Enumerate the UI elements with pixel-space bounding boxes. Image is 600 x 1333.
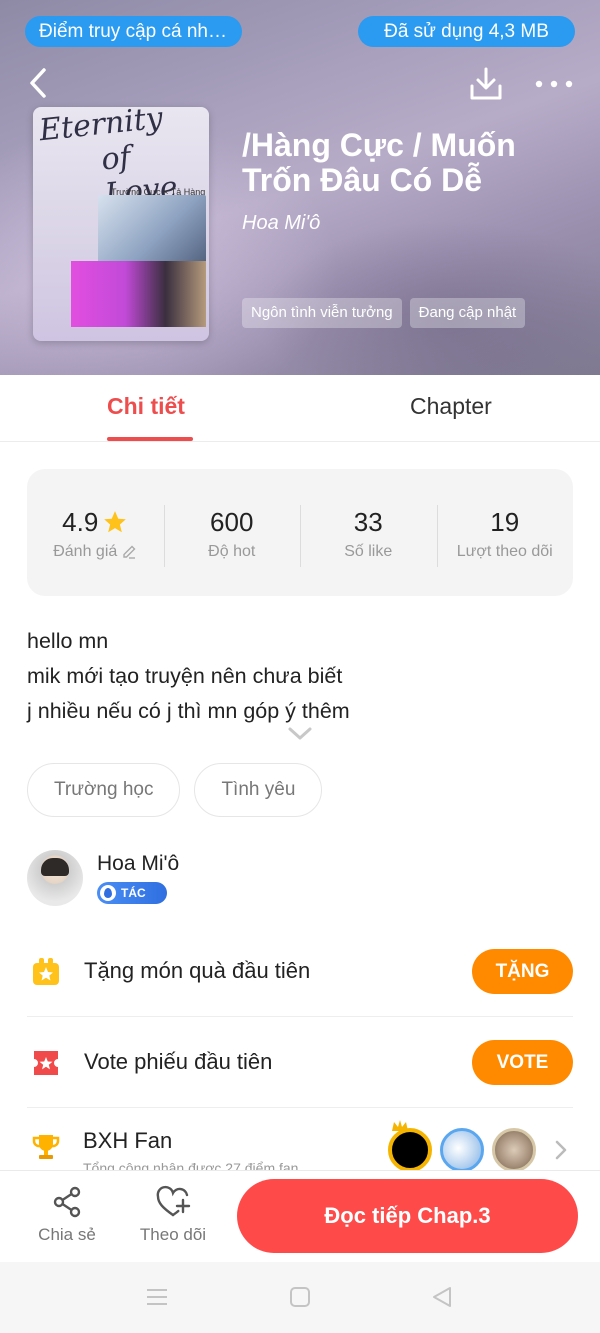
stat-label: Lượt theo dõi [456,542,553,560]
fan-avatar[interactable] [492,1128,536,1170]
gift-button[interactable]: TẶNG [472,949,573,994]
download-icon[interactable] [468,66,504,102]
heart-plus-icon [156,1185,191,1217]
author-badge-label: TÁC GIẢ [121,886,146,922]
fan-avatar[interactable] [440,1128,484,1170]
fan-ranking-subtitle: Tổng cộng nhận được 27 điểm fan [83,1160,299,1170]
continue-reading-button[interactable]: Đọc tiếp Chap.3 [237,1179,578,1253]
back-triangle-icon[interactable] [431,1286,453,1308]
share-button[interactable]: Chia sẻ [27,1185,107,1245]
tab-chapter[interactable]: Chapter [410,393,492,420]
tab-indicator [107,437,193,441]
pencil-icon [123,545,136,559]
fan-avatar[interactable] [388,1128,432,1170]
system-navigation-bar [0,1262,600,1333]
star-icon [104,510,127,532]
vote-label: Vote phiếu đầu tiên [84,1049,273,1074]
stat-rating[interactable]: 4.9 Đánh giá [27,505,164,561]
stat-value: 4.9 [62,506,99,537]
stat-value: 19 [490,506,520,537]
stat-value: 33 [353,506,383,537]
book-cover: Eternity of Love Trường Cực × Tả Hàng [33,107,209,341]
genre-chip[interactable]: Tình yêu [194,763,323,817]
description-line: mik mới tạo truyện nên chưa biết [27,664,343,688]
drop-icon [100,885,116,901]
genre-list: Trường học Tình yêu [27,763,323,817]
chevron-down-icon[interactable] [287,726,313,742]
bottom-action-bar: Chia sẻ Theo dõi Đọc tiếp Chap.3 [0,1170,600,1262]
chevron-left-icon[interactable] [24,66,54,100]
stat-hot: 600 Độ hot [163,504,301,567]
book-tags: Ngôn tình viễn tưởng Đang cập nhật [242,298,526,328]
tag-status: Đang cập nhật [409,298,526,328]
description-line: j nhiều nếu có j thì mn góp ý thêm [27,699,350,723]
vote-button[interactable]: VOTE [472,1040,573,1085]
stat-followers: 19 Lượt theo dõi [436,504,574,567]
stats-panel: 4.9 Đánh giá 600 Độ hot 33 Số like 19 Lư… [27,469,573,596]
trophy-icon [32,1135,60,1159]
stat-label: Số like [344,542,393,560]
book-description: hello mn mik mới tạo truyện nên chưa biế… [27,624,573,729]
more-horizontal-icon[interactable] [534,72,574,96]
share-label: Chia sẻ [38,1225,96,1244]
crown-icon [392,1120,408,1131]
fan-ranking-label: BXH Fan [83,1128,173,1153]
cover-photo [98,195,206,267]
author-avatar[interactable] [27,850,83,906]
data-usage-indicator: Đã sử dụng 4,3 MB [358,16,575,47]
author-name[interactable]: Hoa Mi'ô [97,852,179,876]
tab-details[interactable]: Chi tiết [107,393,185,420]
book-header: Điểm truy cập cá nhân Đã sử dụng 4,3 MB … [0,0,600,375]
description-line: hello mn [27,629,109,653]
follow-button[interactable]: Theo dõi [133,1185,213,1245]
stat-label: Đánh giá [53,542,118,560]
tab-bar: Chi tiết Chapter [0,375,600,442]
gift-label: Tặng món quà đầu tiên [84,958,311,983]
cover-photo [71,261,206,327]
gift-icon [33,958,59,985]
share-icon [53,1186,81,1218]
chevron-right-icon[interactable] [555,1140,567,1160]
stat-label: Độ hot [208,542,256,560]
vote-row: Vote phiếu đầu tiên VOTE [27,1017,573,1108]
stat-likes: 33 Số like [300,504,437,567]
ticket-icon [34,1051,58,1075]
gift-row: Tặng món quà đầu tiên TẶNG [27,926,573,1017]
author-badge: TÁC GIẢ [97,882,167,922]
tag-category[interactable]: Ngôn tình viễn tưởng [242,298,402,328]
home-square-icon[interactable] [289,1286,311,1308]
book-author[interactable]: Hoa Mi'ô [242,212,320,235]
menu-icon[interactable] [146,1286,168,1308]
genre-chip[interactable]: Trường học [27,763,181,817]
follow-label: Theo dõi [139,1225,207,1244]
hotspot-indicator[interactable]: Điểm truy cập cá nhân [25,16,242,47]
fan-ranking-row[interactable]: BXH Fan Tổng cộng nhận được 27 điểm fan [27,1108,573,1170]
book-title: /Hàng Cực / Muốn Trốn Đâu Có Dễ [242,127,516,198]
stat-value: 600 [210,506,254,537]
